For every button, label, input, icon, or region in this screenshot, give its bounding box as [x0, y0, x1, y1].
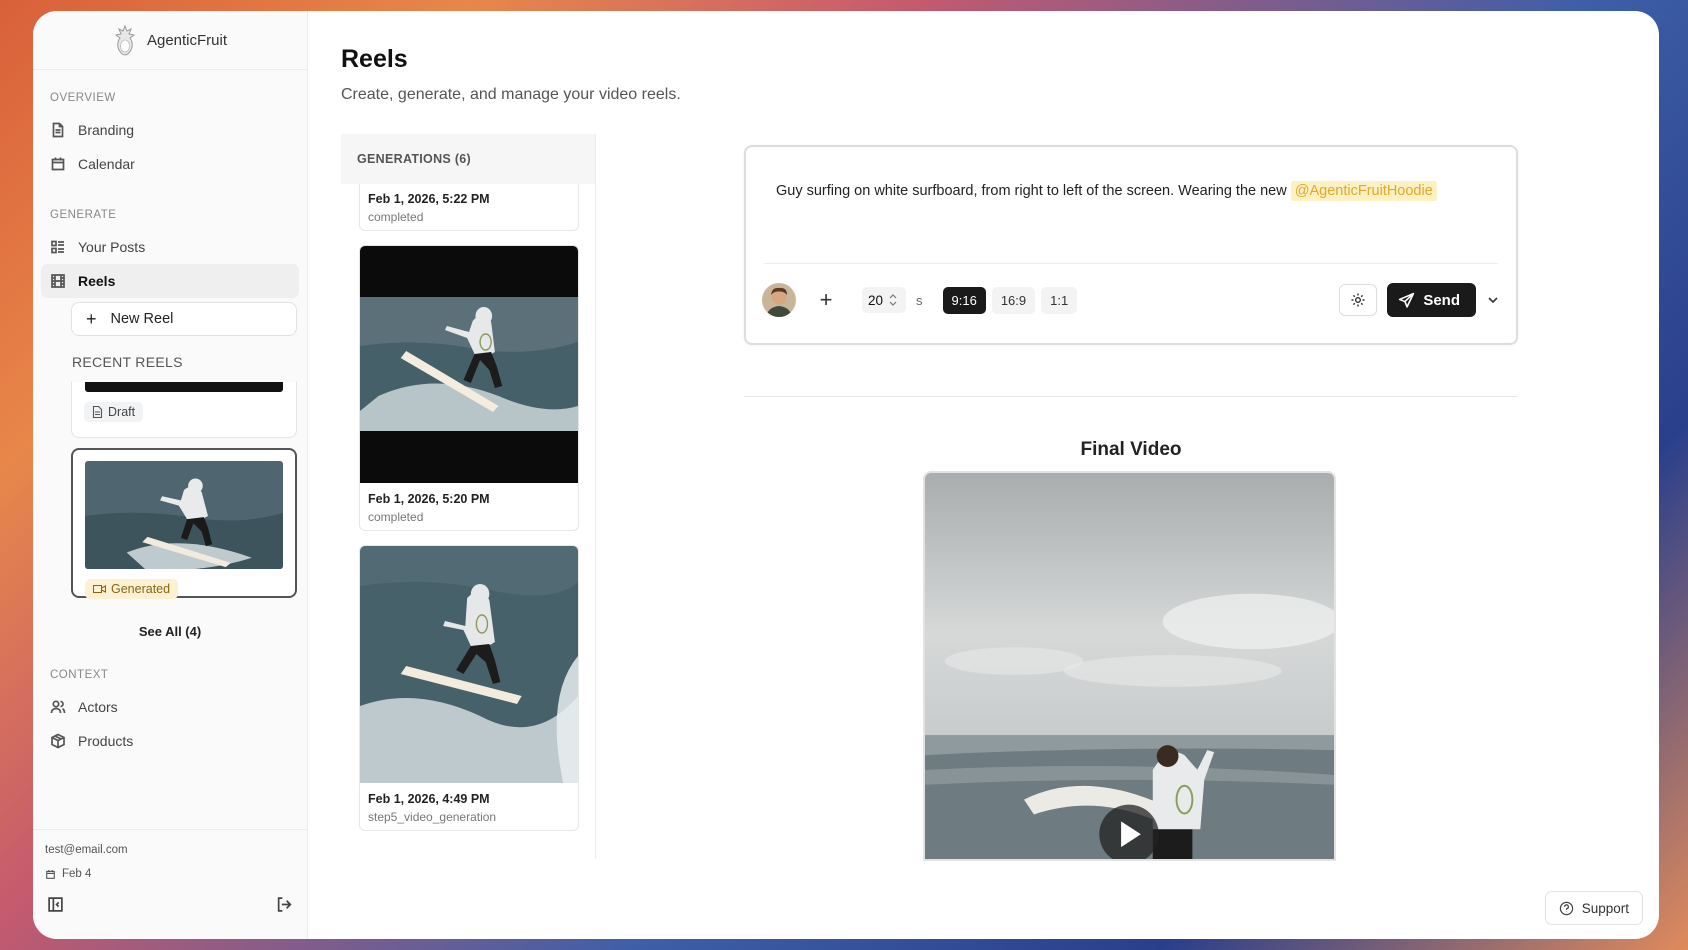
product-mention-chip[interactable]: @AgenticFruitHoodie — [1290, 181, 1437, 201]
send-button[interactable]: Send — [1387, 283, 1476, 317]
recent-reel-card[interactable]: Draft — [71, 382, 297, 438]
generation-meta: Feb 1, 2026, 5:22 PM completed — [360, 184, 578, 230]
generation-status: completed — [368, 210, 424, 224]
sidebar-item-label: Calendar — [78, 156, 135, 172]
sidebar-item-your-posts[interactable]: Your Posts — [41, 230, 299, 264]
actor-avatar[interactable] — [762, 283, 796, 317]
status-badge-label: Draft — [108, 405, 136, 419]
chevron-down-icon[interactable] — [1486, 293, 1500, 307]
page-subtitle: Create, generate, and manage your video … — [341, 86, 681, 103]
sidebar-item-reels[interactable]: Reels — [41, 264, 299, 298]
prompt-composer: Guy surfing on white surfboard, from rig… — [744, 145, 1518, 345]
reel-thumbnail — [85, 461, 283, 569]
send-label: Send — [1423, 291, 1460, 309]
composer-toolbar: + 20 s 9:16 16:9 1:1 Send — [762, 281, 1500, 319]
recent-reel-card-selected[interactable]: Generated — [71, 448, 297, 599]
duration-stepper[interactable]: 20 s — [862, 287, 923, 313]
plus-icon: + — [86, 308, 97, 329]
support-button[interactable]: Support — [1544, 891, 1643, 925]
generation-date: Feb 1, 2026, 5:22 PM — [368, 192, 490, 206]
recent-reels-label: RECENT REELS — [72, 354, 183, 370]
generation-status: completed — [368, 510, 424, 524]
aspect-option-16-9[interactable]: 16:9 — [991, 286, 1036, 314]
support-label: Support — [1581, 900, 1629, 916]
app-window: AgenticFruit OVERVIEW Branding Calendar … — [33, 11, 1659, 939]
sidebar-item-products[interactable]: Products — [41, 724, 299, 758]
new-reel-label: New Reel — [110, 311, 174, 327]
status-badge: Draft — [84, 402, 144, 422]
section-label-context: CONTEXT — [50, 669, 109, 681]
send-icon — [1399, 292, 1415, 308]
generation-thumbnail — [360, 246, 578, 483]
sidebar-item-actors[interactable]: Actors — [41, 690, 299, 724]
aspect-option-9-16[interactable]: 9:16 — [942, 286, 986, 314]
sidebar-item-label: Your Posts — [78, 239, 146, 255]
generation-card[interactable]: Feb 1, 2026, 5:20 PM completed — [359, 245, 579, 531]
film-icon — [51, 274, 65, 288]
generation-thumbnail — [360, 546, 578, 783]
document-icon — [52, 122, 64, 138]
final-video-player[interactable] — [923, 471, 1336, 861]
sidebar-item-branding[interactable]: Branding — [41, 113, 299, 147]
status-badge: Generated — [85, 579, 179, 599]
generation-status: step5_video_generation — [368, 810, 497, 824]
sidebar-item-label: Reels — [78, 273, 116, 289]
page-title: Reels — [341, 45, 408, 73]
section-label-overview: OVERVIEW — [50, 92, 116, 104]
settings-button[interactable] — [1339, 284, 1378, 316]
prompt-text: Guy surfing on white surfboard, from rig… — [776, 183, 1287, 199]
aspect-ratio-selector: 9:16 16:9 1:1 — [942, 286, 1078, 314]
collapse-sidebar-icon[interactable] — [47, 896, 64, 913]
calendar-icon — [46, 869, 55, 879]
list-icon — [51, 240, 64, 254]
brand-header[interactable]: AgenticFruit — [33, 11, 307, 70]
main-content: Reels Create, generate, and manage your … — [308, 11, 1659, 939]
box-icon — [51, 733, 65, 749]
generations-header: GENERATIONS (6) — [341, 134, 595, 184]
prompt-input[interactable]: Guy surfing on white surfboard, from rig… — [776, 181, 1437, 201]
duration-value: 20 — [868, 292, 884, 308]
sidebar: AgenticFruit OVERVIEW Branding Calendar … — [33, 11, 308, 939]
see-all-link[interactable]: See All (4) — [33, 624, 307, 639]
dragonfruit-logo-icon — [114, 24, 136, 56]
new-reel-button[interactable]: + New Reel — [71, 302, 297, 336]
logout-icon[interactable] — [276, 896, 293, 913]
stepper-arrows-icon[interactable] — [888, 293, 898, 307]
generations-panel: GENERATIONS (6) Feb 1, 2026, 5:22 PM com… — [341, 134, 596, 859]
footer-actions — [45, 896, 295, 913]
video-icon — [93, 584, 106, 594]
aspect-option-1-1[interactable]: 1:1 — [1041, 286, 1078, 314]
generation-meta: Feb 1, 2026, 4:49 PM step5_video_generat… — [360, 783, 578, 830]
sidebar-item-label: Branding — [78, 122, 135, 138]
sidebar-item-label: Products — [78, 733, 134, 749]
brand-name: AgenticFruit — [146, 31, 228, 49]
generation-meta: Feb 1, 2026, 5:20 PM completed — [360, 483, 578, 530]
sidebar-footer: test@email.com Feb 4 — [33, 829, 307, 939]
status-badge-label: Generated — [111, 582, 171, 596]
generation-date: Feb 1, 2026, 5:20 PM — [368, 492, 490, 506]
divider — [744, 396, 1518, 397]
current-date: Feb 4 — [45, 868, 295, 880]
section-label-generate: GENERATE — [50, 209, 117, 221]
sidebar-item-label: Actors — [78, 699, 118, 715]
current-date-label: Feb 4 — [62, 868, 92, 880]
document-icon — [92, 406, 103, 418]
help-circle-icon — [1559, 901, 1573, 915]
gear-icon — [1351, 293, 1365, 307]
generation-date: Feb 1, 2026, 4:49 PM — [368, 792, 490, 806]
reel-thumbnail — [85, 382, 283, 392]
duration-unit: s — [916, 292, 923, 308]
recent-reels-list: Draft Generated — [71, 382, 297, 600]
duration-input[interactable]: 20 — [862, 287, 906, 313]
generation-card[interactable]: Feb 1, 2026, 5:22 PM completed — [359, 184, 579, 231]
calendar-icon — [51, 157, 65, 171]
user-email: test@email.com — [45, 844, 128, 856]
sidebar-item-calendar[interactable]: Calendar — [41, 147, 299, 181]
generation-card[interactable]: Feb 1, 2026, 4:49 PM step5_video_generat… — [359, 545, 579, 831]
final-video-title: Final Video — [1080, 439, 1182, 460]
divider — [764, 263, 1498, 264]
users-icon — [50, 700, 66, 714]
add-attachment-button[interactable]: + — [816, 287, 836, 313]
